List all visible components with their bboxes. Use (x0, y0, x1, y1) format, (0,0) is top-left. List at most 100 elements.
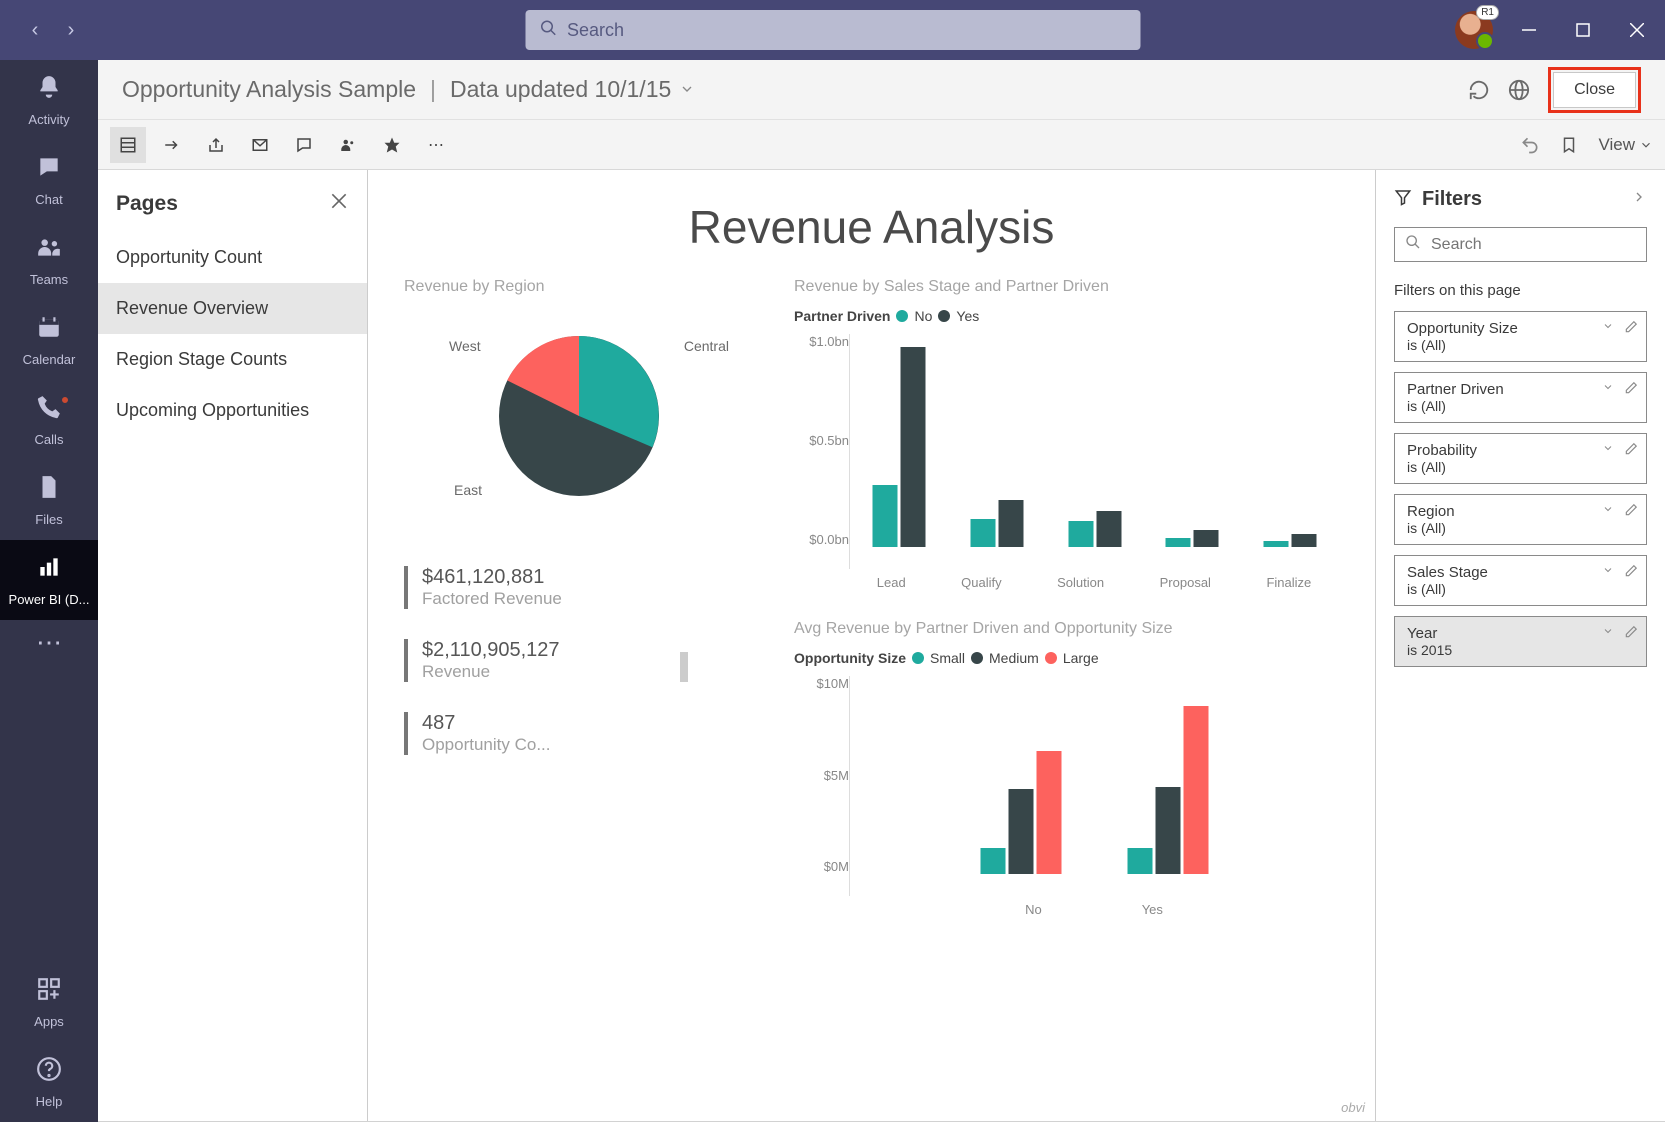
phone-icon (36, 394, 62, 427)
chevron-down-icon[interactable] (679, 76, 695, 103)
avatar[interactable]: R1 (1455, 11, 1493, 49)
more-options-icon[interactable]: ⋯ (418, 127, 454, 163)
pie-chart[interactable]: West Central East (479, 316, 679, 516)
avatar-badge: R1 (1476, 5, 1499, 20)
rail-more[interactable]: ⋯ (0, 620, 98, 670)
chevron-down-icon[interactable] (1602, 564, 1614, 581)
report-main-title: Revenue Analysis (404, 200, 1339, 254)
notification-dot (60, 395, 70, 405)
rail-files[interactable]: Files (0, 460, 98, 540)
eraser-icon[interactable] (1624, 564, 1638, 581)
watermark: obvi (1341, 1100, 1365, 1115)
pie-chart-title: Revenue by Region (404, 278, 754, 296)
view-dropdown[interactable]: View (1598, 135, 1653, 155)
email-icon[interactable] (242, 127, 278, 163)
rail-chat[interactable]: Chat (0, 140, 98, 220)
rail-apps[interactable]: Apps (0, 962, 98, 1042)
eraser-icon[interactable] (1624, 381, 1638, 398)
file-icon (36, 474, 62, 507)
search-input[interactable] (567, 20, 1126, 41)
filter-icon (1394, 188, 1412, 211)
back-button[interactable]: ‹ (20, 15, 50, 45)
title-bar: ‹ › R1 (0, 0, 1665, 60)
global-search[interactable] (525, 10, 1140, 50)
share-icon[interactable] (198, 127, 234, 163)
eraser-icon[interactable] (1624, 442, 1638, 459)
search-icon (539, 19, 557, 42)
filter-search-input[interactable] (1431, 236, 1638, 254)
filters-title: Filters (1422, 188, 1621, 211)
calendar-icon (36, 314, 62, 347)
rail-calls[interactable]: Calls (0, 380, 98, 460)
filter-card[interactable]: Yearis 2015 (1394, 616, 1647, 667)
pages-toggle-icon[interactable] (110, 127, 146, 163)
kpi-opportunity-count[interactable]: 487 Opportunity Co... (404, 712, 754, 755)
filter-card[interactable]: Probabilityis (All) (1394, 433, 1647, 484)
bell-icon (36, 74, 62, 107)
filter-card[interactable]: Sales Stageis (All) (1394, 555, 1647, 606)
app-rail: Activity Chat Teams Calendar Calls Files… (0, 60, 98, 1122)
forward-button[interactable]: › (56, 15, 86, 45)
chevron-down-icon[interactable] (1602, 381, 1614, 398)
report-toolbar: ⋯ View (98, 120, 1665, 170)
undo-icon[interactable] (1520, 135, 1540, 155)
pages-title: Pages (116, 192, 329, 216)
filter-card[interactable]: Opportunity Sizeis (All) (1394, 311, 1647, 362)
page-region-stage[interactable]: Region Stage Counts (98, 334, 367, 385)
report-title: Opportunity Analysis Sample (122, 76, 416, 103)
bar-chart-2[interactable]: $10M$5M$0M (794, 676, 1339, 896)
filter-section-title: Filters on this page (1394, 282, 1647, 299)
comment-icon[interactable] (286, 127, 322, 163)
bar1-legend: Partner Driven No Yes (794, 308, 1339, 324)
close-icon[interactable] (329, 190, 349, 218)
search-icon (1405, 234, 1421, 255)
minimize-button[interactable] (1511, 12, 1547, 48)
rail-calendar[interactable]: Calendar (0, 300, 98, 380)
close-highlight: Close (1548, 67, 1641, 113)
more-icon: ⋯ (36, 627, 62, 658)
chevron-down-icon[interactable] (1602, 320, 1614, 337)
globe-icon[interactable] (1508, 79, 1530, 101)
filters-pane: Filters Filters on this page Opportunity… (1375, 170, 1665, 1121)
mini-bar (680, 652, 688, 682)
rail-help[interactable]: Help (0, 1042, 98, 1122)
bar-chart-1[interactable]: $1.0bn$0.5bn$0.0bn (794, 334, 1339, 569)
teams-icon (36, 234, 62, 267)
page-revenue-overview[interactable]: Revenue Overview (98, 283, 367, 334)
chevron-right-icon[interactable] (1631, 189, 1647, 210)
bar2-title: Avg Revenue by Partner Driven and Opport… (794, 620, 1339, 638)
eraser-icon[interactable] (1624, 320, 1638, 337)
eraser-icon[interactable] (1624, 503, 1638, 520)
window-close-button[interactable] (1619, 12, 1655, 48)
bar1-title: Revenue by Sales Stage and Partner Drive… (794, 278, 1339, 296)
report-subtitle: Data updated 10/1/15 (450, 76, 671, 103)
apps-icon (36, 976, 62, 1009)
report-canvas: Revenue Analysis Revenue by Region West (368, 170, 1375, 1121)
filter-card[interactable]: Partner Drivenis (All) (1394, 372, 1647, 423)
page-opportunity-count[interactable]: Opportunity Count (98, 232, 367, 283)
teams-share-icon[interactable] (330, 127, 366, 163)
refresh-icon[interactable] (1468, 79, 1490, 101)
chart-icon (36, 554, 62, 587)
page-upcoming[interactable]: Upcoming Opportunities (98, 385, 367, 436)
filter-card[interactable]: Regionis (All) (1394, 494, 1647, 545)
chevron-down-icon[interactable] (1602, 442, 1614, 459)
eraser-icon[interactable] (1624, 625, 1638, 642)
rail-activity[interactable]: Activity (0, 60, 98, 140)
report-header: Opportunity Analysis Sample | Data updat… (98, 60, 1665, 120)
chevron-down-icon[interactable] (1602, 503, 1614, 520)
maximize-button[interactable] (1565, 12, 1601, 48)
kpi-revenue[interactable]: $2,110,905,127 Revenue (404, 639, 560, 682)
bar2-legend: Opportunity Size Small Medium Large (794, 650, 1339, 666)
favorite-icon[interactable] (374, 127, 410, 163)
chat-icon (36, 154, 62, 187)
chevron-down-icon[interactable] (1602, 625, 1614, 642)
filter-search[interactable] (1394, 227, 1647, 262)
rail-teams[interactable]: Teams (0, 220, 98, 300)
pages-pane: Pages Opportunity Count Revenue Overview… (98, 170, 368, 1121)
rail-powerbi[interactable]: Power BI (D... (0, 540, 98, 620)
export-icon[interactable] (154, 127, 190, 163)
kpi-factored-revenue[interactable]: $461,120,881 Factored Revenue (404, 566, 754, 609)
bookmark-icon[interactable] (1560, 135, 1578, 155)
close-button[interactable]: Close (1553, 72, 1636, 108)
